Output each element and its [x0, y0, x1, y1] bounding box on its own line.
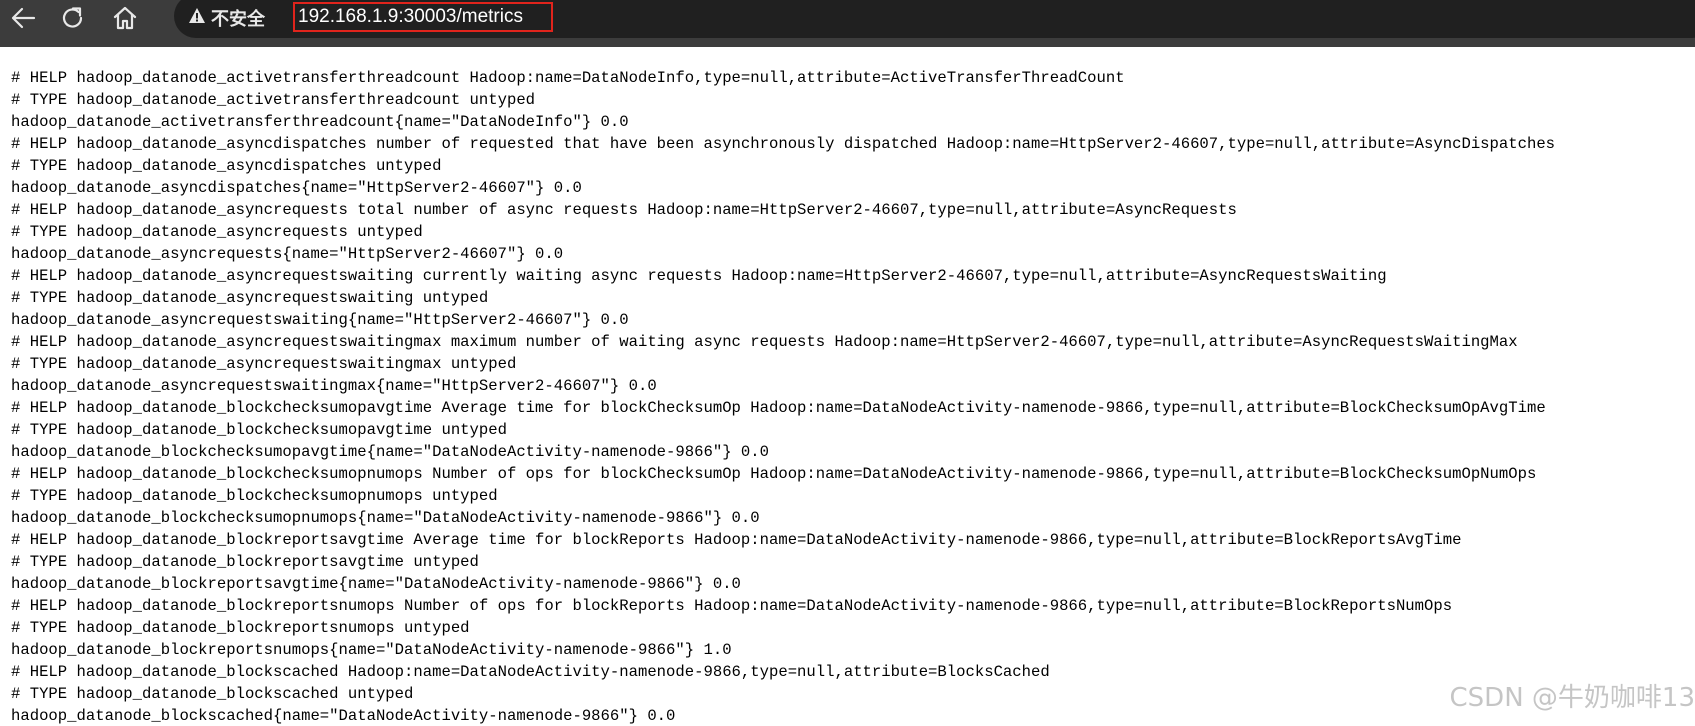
metrics-line: # TYPE hadoop_datanode_asyncrequestswait…: [11, 355, 517, 373]
metrics-line: # HELP hadoop_datanode_blockchecksumopnu…: [11, 465, 1537, 483]
back-button[interactable]: [6, 2, 40, 34]
security-label: 不安全: [211, 9, 265, 30]
metrics-line: hadoop_datanode_blockreportsnumops{name=…: [11, 641, 732, 659]
metrics-line: hadoop_datanode_asyncrequestswaiting{nam…: [11, 311, 629, 329]
metrics-line: # TYPE hadoop_datanode_blockreportsnumop…: [11, 619, 470, 637]
browser-toolbar: 不安全 192.168.1.9:30003/metrics: [0, 0, 1695, 47]
metrics-line: # TYPE hadoop_datanode_activetransferthr…: [11, 91, 536, 109]
metrics-line: # HELP hadoop_datanode_blockchecksumopav…: [11, 399, 1546, 417]
metrics-line: # HELP hadoop_datanode_asyncrequestswait…: [11, 267, 1387, 285]
reload-button[interactable]: [56, 2, 90, 34]
url-text[interactable]: 192.168.1.9:30003/metrics: [293, 2, 553, 32]
metrics-line: # TYPE hadoop_datanode_blockchecksumopnu…: [11, 487, 498, 505]
metrics-line: # TYPE hadoop_datanode_blockchecksumopav…: [11, 421, 507, 439]
metrics-line: hadoop_datanode_asyncdispatches{name="Ht…: [11, 179, 582, 197]
metrics-line: hadoop_datanode_blockscached{name="DataN…: [11, 707, 676, 725]
metrics-line: # HELP hadoop_datanode_blockscached Hado…: [11, 663, 1050, 681]
metrics-line: # HELP hadoop_datanode_asyncdispatches n…: [11, 135, 1556, 153]
security-indicator[interactable]: 不安全: [188, 5, 265, 31]
warning-triangle-icon: [188, 7, 206, 29]
metrics-line: # TYPE hadoop_datanode_asyncrequests unt…: [11, 223, 423, 241]
metrics-line: # HELP hadoop_datanode_asyncrequests tot…: [11, 201, 1237, 219]
metrics-line: hadoop_datanode_asyncrequests{name="Http…: [11, 245, 564, 263]
page-content: # HELP hadoop_datanode_activetransferthr…: [0, 47, 1695, 726]
metrics-line: # TYPE hadoop_datanode_asyncrequestswait…: [11, 289, 489, 307]
csdn-watermark: CSDN @牛奶咖啡13: [1449, 683, 1695, 713]
metrics-line: # HELP hadoop_datanode_blockreportsnumop…: [11, 597, 1453, 615]
metrics-line: hadoop_datanode_blockreportsavgtime{name…: [11, 575, 741, 593]
metrics-line: # HELP hadoop_datanode_blockreportsavgti…: [11, 531, 1462, 549]
reload-icon: [60, 5, 86, 31]
metrics-line: # TYPE hadoop_datanode_blockreportsavgti…: [11, 553, 479, 571]
metrics-text: # HELP hadoop_datanode_activetransferthr…: [11, 67, 1555, 726]
metrics-line: # TYPE hadoop_datanode_asyncdispatches u…: [11, 157, 442, 175]
home-icon: [112, 5, 138, 31]
metrics-line: hadoop_datanode_blockchecksumopavgtime{n…: [11, 443, 769, 461]
back-arrow-icon: [10, 6, 36, 30]
metrics-line: # TYPE hadoop_datanode_blockscached unty…: [11, 685, 414, 703]
metrics-line: hadoop_datanode_activetransferthreadcoun…: [11, 113, 629, 131]
metrics-line: # HELP hadoop_datanode_activetransferthr…: [11, 69, 1125, 87]
metrics-line: hadoop_datanode_asyncrequestswaitingmax{…: [11, 377, 657, 395]
metrics-line: hadoop_datanode_blockchecksumopnumops{na…: [11, 509, 760, 527]
metrics-line: # HELP hadoop_datanode_asyncrequestswait…: [11, 333, 1518, 351]
home-button[interactable]: [108, 2, 142, 34]
